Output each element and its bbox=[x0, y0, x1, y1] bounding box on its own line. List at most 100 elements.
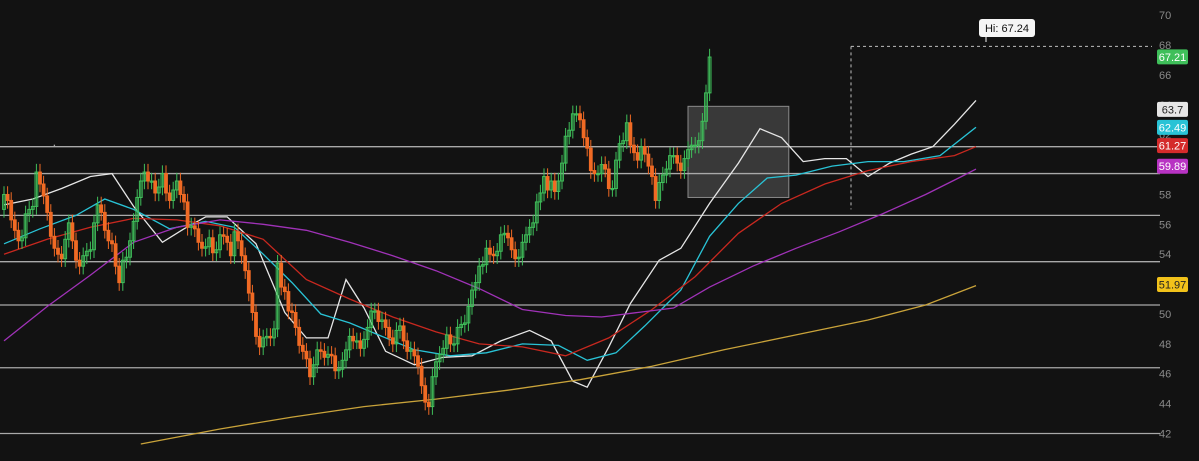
candle-body bbox=[387, 326, 392, 339]
y-tick-label: 66 bbox=[1159, 70, 1171, 82]
consolidation-box-layer bbox=[687, 105, 790, 198]
candle-body bbox=[153, 180, 158, 194]
candle-body bbox=[282, 286, 287, 293]
candle-body bbox=[225, 235, 230, 243]
candle-body bbox=[329, 353, 334, 357]
candle-body bbox=[322, 350, 327, 358]
candle-body bbox=[185, 201, 190, 228]
candle-body bbox=[552, 180, 557, 192]
candle-body bbox=[52, 235, 57, 249]
candle-body bbox=[358, 340, 363, 349]
candle-body bbox=[246, 270, 251, 294]
candle-body bbox=[70, 222, 75, 242]
candle-body bbox=[16, 229, 21, 242]
candle-body bbox=[110, 240, 114, 245]
candle-body bbox=[9, 199, 14, 221]
candle-body bbox=[603, 164, 608, 170]
candle-body bbox=[38, 171, 42, 185]
price-badge: 61.27 bbox=[1157, 138, 1188, 154]
candle-body bbox=[221, 234, 226, 237]
price-chart-svg: Hi: 67.24 424446485052545658606264666870… bbox=[0, 0, 1199, 461]
candle-body bbox=[254, 311, 258, 337]
candle-body bbox=[290, 310, 294, 313]
candle-body bbox=[513, 249, 518, 260]
candle-body bbox=[102, 211, 107, 231]
price-badge-text: 59.89 bbox=[1159, 161, 1187, 173]
candle-body bbox=[5, 193, 10, 201]
consolidation-box bbox=[687, 105, 790, 198]
candle-body bbox=[491, 253, 496, 257]
candle-body bbox=[448, 334, 453, 345]
candle-body bbox=[304, 350, 309, 360]
candle-body bbox=[268, 335, 273, 339]
y-tick-label: 50 bbox=[1159, 309, 1171, 321]
y-tick-label: 54 bbox=[1159, 249, 1171, 261]
price-chart: Hi: 67.24 424446485052545658606264666870… bbox=[0, 0, 1199, 461]
candle-body bbox=[545, 176, 550, 191]
candle-body bbox=[423, 385, 428, 403]
candle-body bbox=[506, 232, 510, 239]
price-badge-text: 61.27 bbox=[1159, 141, 1187, 153]
candle-body bbox=[297, 326, 302, 346]
price-badge-text: 62.49 bbox=[1159, 122, 1187, 134]
candle-body bbox=[390, 337, 395, 345]
y-tick-label: 44 bbox=[1159, 399, 1171, 411]
candle-body bbox=[146, 171, 150, 182]
candle-body bbox=[167, 192, 172, 201]
candle-body bbox=[318, 349, 323, 352]
candle-body bbox=[675, 155, 680, 164]
price-badge-text: 63.7 bbox=[1162, 104, 1183, 116]
candle-body bbox=[178, 180, 183, 195]
candle-body bbox=[653, 176, 658, 201]
candle-body bbox=[106, 229, 111, 242]
price-badge: 51.97 bbox=[1157, 277, 1188, 293]
candle-body bbox=[426, 401, 431, 408]
candle-body bbox=[41, 183, 46, 197]
candle-body bbox=[376, 310, 381, 322]
candle-body bbox=[405, 340, 410, 352]
candle-body bbox=[286, 291, 291, 312]
candle-body bbox=[592, 170, 597, 175]
candle-body bbox=[300, 344, 305, 352]
candle-body bbox=[578, 113, 582, 121]
candle-body bbox=[196, 228, 201, 243]
high-label-text: Hi: 67.24 bbox=[985, 23, 1029, 35]
candle-body bbox=[200, 241, 204, 249]
candle bbox=[275, 254, 280, 338]
candle-body bbox=[416, 355, 420, 367]
candle-body bbox=[117, 265, 122, 284]
candle-body bbox=[77, 259, 82, 267]
candle-body bbox=[401, 325, 406, 342]
y-tick-label: 58 bbox=[1159, 189, 1171, 201]
candle-body bbox=[239, 240, 244, 257]
candle-body bbox=[509, 237, 514, 251]
candle-body bbox=[250, 292, 255, 313]
candle-body bbox=[419, 365, 424, 387]
candle-body bbox=[99, 204, 104, 213]
candle-body bbox=[585, 137, 590, 149]
candle-body bbox=[635, 152, 640, 161]
candle-body bbox=[412, 349, 417, 357]
candle-body bbox=[74, 240, 78, 261]
candle-body bbox=[308, 358, 312, 378]
candle-body bbox=[12, 219, 17, 231]
candle-body bbox=[581, 119, 586, 139]
candle-body bbox=[650, 165, 654, 178]
candle-body bbox=[243, 255, 248, 272]
candle-body bbox=[351, 335, 356, 342]
price-badge: 62.49 bbox=[1157, 119, 1188, 135]
candle-body bbox=[606, 168, 611, 189]
candle-body bbox=[257, 335, 262, 348]
candle-body bbox=[632, 144, 636, 154]
candle-body bbox=[56, 247, 60, 255]
y-axis-layer: 424446485052545658606264666870 bbox=[1159, 10, 1171, 440]
chart-background bbox=[0, 0, 1199, 461]
candle bbox=[707, 48, 712, 102]
y-tick-label: 70 bbox=[1159, 10, 1171, 22]
y-tick-label: 46 bbox=[1159, 369, 1171, 381]
candle-body bbox=[488, 247, 492, 255]
candle-body bbox=[48, 211, 53, 237]
candle-body bbox=[113, 243, 118, 267]
candle-body bbox=[646, 153, 651, 167]
y-tick-label: 48 bbox=[1159, 339, 1171, 351]
